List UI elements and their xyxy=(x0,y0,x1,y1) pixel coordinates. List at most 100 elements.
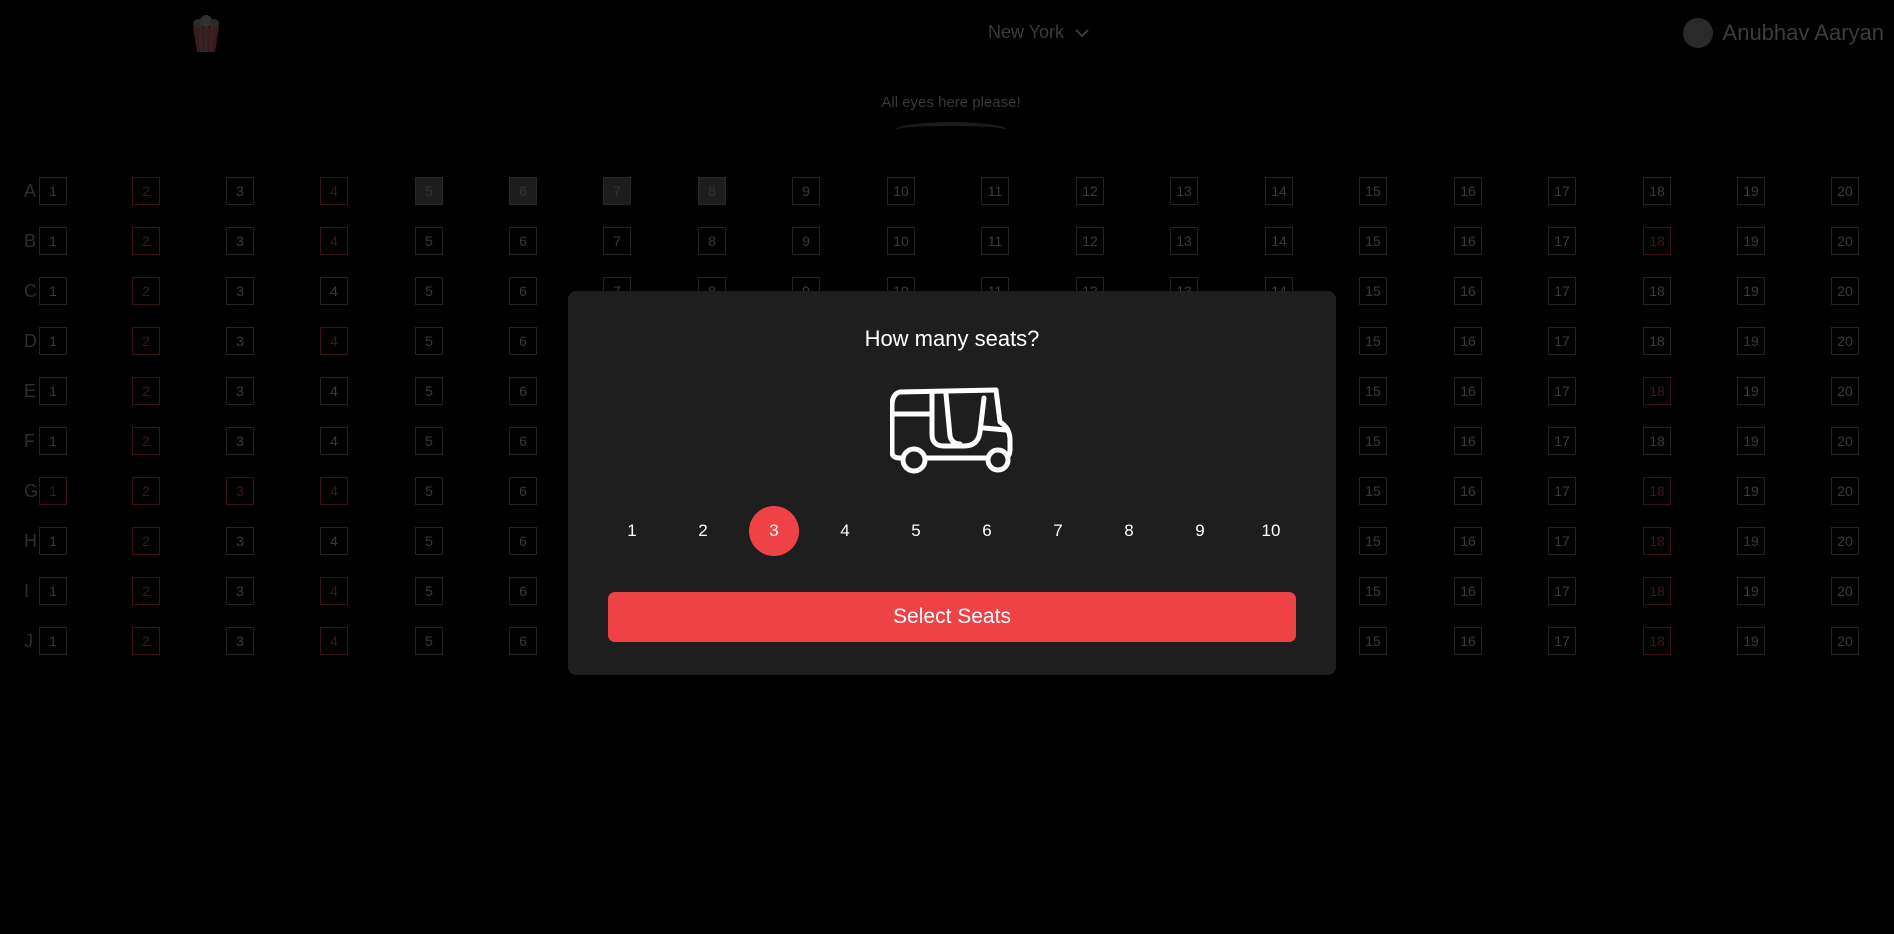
seat[interactable]: 18 xyxy=(1643,277,1671,305)
seat[interactable]: 20 xyxy=(1831,577,1859,605)
seat[interactable]: 19 xyxy=(1737,177,1765,205)
seat[interactable]: 15 xyxy=(1359,177,1387,205)
seat[interactable]: 5 xyxy=(415,427,443,455)
seat[interactable]: 18 xyxy=(1643,227,1671,255)
seat[interactable]: 6 xyxy=(509,327,537,355)
seat[interactable]: 1 xyxy=(39,327,67,355)
seat[interactable]: 6 xyxy=(509,527,537,555)
seat[interactable]: 15 xyxy=(1359,527,1387,555)
seat[interactable]: 17 xyxy=(1548,527,1576,555)
seat[interactable]: 7 xyxy=(603,227,631,255)
seat[interactable]: 4 xyxy=(320,377,348,405)
user-menu[interactable]: Anubhav Aaryan xyxy=(1682,18,1884,48)
seat[interactable]: 5 xyxy=(415,327,443,355)
seat[interactable]: 6 xyxy=(509,277,537,305)
seat[interactable]: 16 xyxy=(1454,577,1482,605)
seat-count-option[interactable]: 8 xyxy=(1104,506,1154,556)
seat[interactable]: 18 xyxy=(1643,427,1671,455)
seat[interactable]: 13 xyxy=(1170,227,1198,255)
seat[interactable]: 20 xyxy=(1831,177,1859,205)
seat-count-option[interactable]: 6 xyxy=(962,506,1012,556)
seat[interactable]: 16 xyxy=(1454,477,1482,505)
seat[interactable]: 4 xyxy=(320,527,348,555)
seat[interactable]: 18 xyxy=(1643,627,1671,655)
seat[interactable]: 7 xyxy=(603,177,631,205)
seat[interactable]: 6 xyxy=(509,577,537,605)
seat[interactable]: 18 xyxy=(1643,377,1671,405)
seat[interactable]: 13 xyxy=(1170,177,1198,205)
seat[interactable]: 14 xyxy=(1265,177,1293,205)
seat[interactable]: 20 xyxy=(1831,327,1859,355)
seat[interactable]: 1 xyxy=(39,477,67,505)
seat[interactable]: 2 xyxy=(132,527,160,555)
seat[interactable]: 3 xyxy=(226,627,254,655)
seat[interactable]: 15 xyxy=(1359,227,1387,255)
seat[interactable]: 4 xyxy=(320,277,348,305)
seat[interactable]: 1 xyxy=(39,627,67,655)
seat[interactable]: 2 xyxy=(132,577,160,605)
seat[interactable]: 19 xyxy=(1737,577,1765,605)
seat[interactable]: 15 xyxy=(1359,327,1387,355)
seat[interactable]: 5 xyxy=(415,527,443,555)
seat[interactable]: 1 xyxy=(39,527,67,555)
seat-count-option[interactable]: 2 xyxy=(678,506,728,556)
seat[interactable]: 2 xyxy=(132,377,160,405)
seat[interactable]: 4 xyxy=(320,427,348,455)
seat[interactable]: 4 xyxy=(320,327,348,355)
seat[interactable]: 6 xyxy=(509,227,537,255)
seat[interactable]: 19 xyxy=(1737,477,1765,505)
seat-count-option[interactable]: 5 xyxy=(891,506,941,556)
seat[interactable]: 20 xyxy=(1831,527,1859,555)
seat-count-option[interactable]: 10 xyxy=(1246,506,1296,556)
city-selector[interactable]: New York xyxy=(988,22,1090,43)
seat[interactable]: 4 xyxy=(320,477,348,505)
seat[interactable]: 1 xyxy=(39,377,67,405)
seat[interactable]: 19 xyxy=(1737,277,1765,305)
seat[interactable]: 2 xyxy=(132,177,160,205)
seat[interactable]: 15 xyxy=(1359,477,1387,505)
seat[interactable]: 5 xyxy=(415,577,443,605)
seat[interactable]: 15 xyxy=(1359,277,1387,305)
seat[interactable]: 3 xyxy=(226,227,254,255)
seat[interactable]: 19 xyxy=(1737,427,1765,455)
seat[interactable]: 11 xyxy=(981,227,1009,255)
seat[interactable]: 20 xyxy=(1831,277,1859,305)
seat[interactable]: 15 xyxy=(1359,627,1387,655)
seat[interactable]: 20 xyxy=(1831,227,1859,255)
seat[interactable]: 20 xyxy=(1831,627,1859,655)
seat[interactable]: 3 xyxy=(226,377,254,405)
seat[interactable]: 1 xyxy=(39,227,67,255)
seat[interactable]: 18 xyxy=(1643,577,1671,605)
seat[interactable]: 9 xyxy=(792,177,820,205)
seat[interactable]: 3 xyxy=(226,177,254,205)
seat[interactable]: 3 xyxy=(226,327,254,355)
seat[interactable]: 2 xyxy=(132,627,160,655)
seat[interactable]: 14 xyxy=(1265,227,1293,255)
seat[interactable]: 16 xyxy=(1454,277,1482,305)
seat[interactable]: 1 xyxy=(39,277,67,305)
seat[interactable]: 17 xyxy=(1548,477,1576,505)
seat[interactable]: 12 xyxy=(1076,227,1104,255)
seat[interactable]: 3 xyxy=(226,277,254,305)
seat[interactable]: 1 xyxy=(39,577,67,605)
seat[interactable]: 10 xyxy=(887,177,915,205)
seat[interactable]: 17 xyxy=(1548,227,1576,255)
seat[interactable]: 17 xyxy=(1548,277,1576,305)
seat[interactable]: 2 xyxy=(132,327,160,355)
seat[interactable]: 3 xyxy=(226,477,254,505)
seat[interactable]: 15 xyxy=(1359,427,1387,455)
seat[interactable]: 12 xyxy=(1076,177,1104,205)
seat[interactable]: 5 xyxy=(415,277,443,305)
seat-count-option[interactable]: 3 xyxy=(749,506,799,556)
seat[interactable]: 3 xyxy=(226,427,254,455)
seat[interactable]: 19 xyxy=(1737,327,1765,355)
seat[interactable]: 4 xyxy=(320,577,348,605)
seat[interactable]: 2 xyxy=(132,227,160,255)
seat[interactable]: 17 xyxy=(1548,627,1576,655)
seat[interactable]: 16 xyxy=(1454,377,1482,405)
seat[interactable]: 8 xyxy=(698,227,726,255)
seat[interactable]: 15 xyxy=(1359,577,1387,605)
seat[interactable]: 17 xyxy=(1548,427,1576,455)
seat[interactable]: 18 xyxy=(1643,527,1671,555)
popcorn-icon[interactable] xyxy=(190,15,222,53)
